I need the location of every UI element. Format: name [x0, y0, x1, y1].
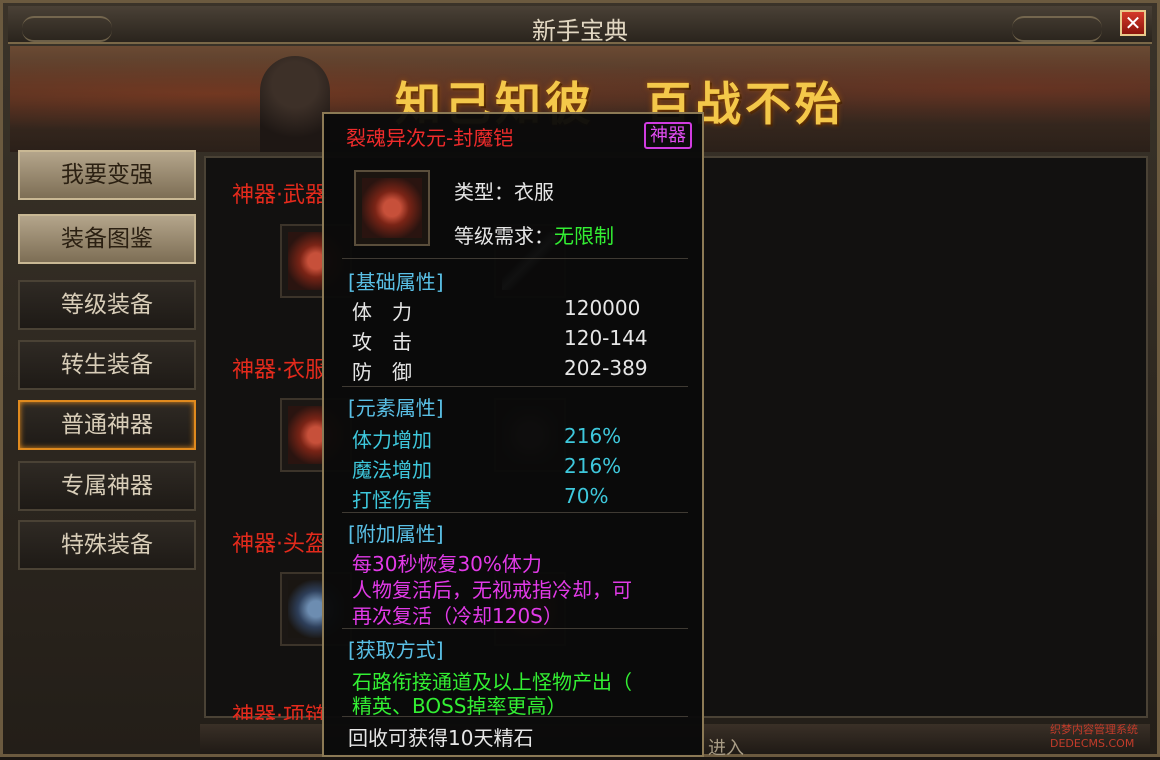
element-stats-title: [元素属性]: [348, 396, 444, 420]
item-tooltip: 裂魂异次元-封魔铠 神器 类型：衣服 等级需求：无限制 [基础属性] 体 力 1…: [322, 112, 704, 757]
sidebar-item-level-equipment[interactable]: 等级装备: [18, 280, 196, 330]
close-button[interactable]: ✕: [1120, 10, 1146, 36]
sidebar-item-exclusive-artifact[interactable]: 专属神器: [18, 461, 196, 511]
stat-name: 体 力: [352, 300, 412, 324]
artifact-badge: 神器: [644, 122, 692, 149]
title-bar: 新手宝典 ✕: [8, 6, 1152, 45]
sidebar-item-special-equipment[interactable]: 特殊装备: [18, 520, 196, 570]
stat-name: 体力增加: [352, 428, 432, 452]
warrior-illustration: [260, 56, 330, 152]
sidebar-item-normal-artifact[interactable]: 普通神器: [18, 400, 196, 450]
stat-name: 攻 击: [352, 330, 412, 354]
stat-value: 202-389: [564, 356, 648, 380]
type-label: 类型：: [454, 180, 514, 204]
sidebar-item-rebirth-equipment[interactable]: 转生装备: [18, 340, 196, 390]
stat-value: 120-144: [564, 326, 648, 350]
divider: [342, 512, 688, 513]
item-icon-large: [354, 170, 430, 246]
watermark-domain: DEDECMS.COM: [1050, 737, 1135, 750]
stat-name: 打怪伤害: [352, 488, 432, 512]
extra-stats-title: [附加属性]: [348, 522, 444, 546]
armor-icon: [362, 178, 422, 238]
divider: [342, 628, 688, 629]
type-row: 类型：衣服: [454, 176, 554, 205]
window-title: 新手宝典: [532, 17, 628, 45]
level-row: 等级需求：无限制: [454, 220, 614, 249]
recycle-info: 回收可获得10天精石: [348, 726, 534, 750]
divider: [342, 716, 688, 717]
item-name: 裂魂异次元-封魔铠: [346, 126, 514, 150]
level-value: 无限制: [554, 224, 614, 248]
base-stats-title: [基础属性]: [348, 270, 444, 294]
extra-line: 人物复活后，无视戒指冷却，可: [352, 578, 632, 602]
extra-line: 每30秒恢复30%体力: [352, 552, 542, 576]
extra-line: 再次复活（冷却120S）: [352, 604, 563, 628]
stat-value: 216%: [564, 424, 622, 448]
stat-value: 216%: [564, 454, 622, 478]
stat-value: 120000: [564, 296, 641, 320]
sidebar-item-equipment-guide[interactable]: 装备图鉴: [18, 214, 196, 264]
enter-text[interactable]: 进入: [708, 734, 744, 760]
level-label: 等级需求：: [454, 224, 554, 248]
category-helmet: 神器·头盔: [232, 532, 327, 557]
stat-name: 防 御: [352, 360, 412, 384]
source-title: [获取方式]: [348, 638, 444, 662]
category-armor: 神器·衣服: [232, 358, 327, 383]
category-necklace: 神器·项链: [232, 704, 327, 720]
sidebar-item-get-stronger[interactable]: 我要变强: [18, 150, 196, 200]
divider: [342, 386, 688, 387]
title-ornament-right: [1012, 16, 1102, 42]
stat-value: 70%: [564, 484, 609, 508]
stat-name: 魔法增加: [352, 458, 432, 482]
source-line: 精英、BOSS掉率更高）: [352, 694, 567, 718]
category-weapon: 神器·武器: [232, 183, 327, 208]
divider: [342, 258, 688, 259]
type-value: 衣服: [514, 180, 554, 204]
watermark-text: 织梦内容管理系统: [1050, 723, 1138, 736]
